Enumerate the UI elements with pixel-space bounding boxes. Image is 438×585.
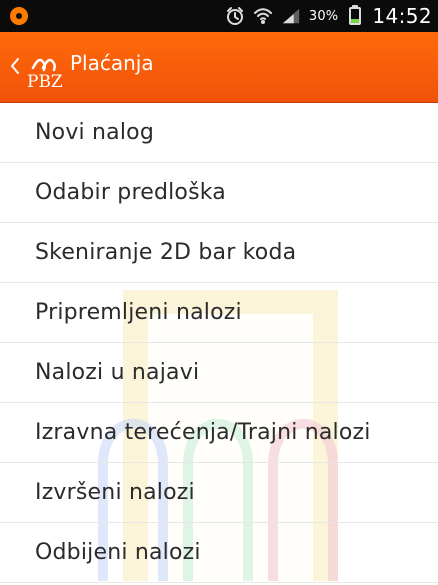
action-bar: PBZ Plaćanja — [0, 32, 438, 103]
menu-item-label: Novi nalog — [35, 120, 155, 145]
menu-item-label: Skeniranje 2D bar koda — [35, 240, 297, 265]
menu-item-label: Pripremljeni nalozi — [35, 300, 242, 325]
wifi-icon — [253, 6, 273, 26]
battery-shell — [349, 7, 362, 25]
battery-fill — [351, 18, 360, 23]
menu-item-izravna-terecenja-trajni-nalozi[interactable]: Izravna terećenja/Trajni nalozi — [0, 403, 438, 463]
pbz-logo[interactable]: PBZ — [25, 48, 69, 94]
menu-item-nalozi-u-najavi[interactable]: Nalozi u najavi — [0, 343, 438, 403]
menu-item-label: Nalozi u najavi — [35, 360, 200, 385]
status-icons: 30% 14:52 — [225, 0, 432, 32]
menu-item-pripremljeni-nalozi[interactable]: Pripremljeni nalozi — [0, 283, 438, 343]
alarm-icon — [225, 6, 245, 26]
menu-item-skeniranje-2d-bar-koda[interactable]: Skeniranje 2D bar koda — [0, 223, 438, 283]
menu-item-novi-nalog[interactable]: Novi nalog — [0, 103, 438, 163]
menu-item-label: Odabir predloška — [35, 180, 226, 205]
back-chevron-icon[interactable] — [8, 57, 22, 75]
menu-item-odbijeni-nalozi[interactable]: Odbijeni nalozi — [0, 523, 438, 583]
menu-item-izvrseni-nalozi[interactable]: Izvršeni nalozi — [0, 463, 438, 523]
logo-text: PBZ — [27, 72, 63, 92]
menu-item-label: Izravna terećenja/Trajni nalozi — [35, 420, 371, 445]
payments-menu: Novi nalog Odabir predloška Skeniranje 2… — [0, 103, 438, 583]
menu-item-label: Izvršeni nalozi — [35, 480, 195, 505]
status-bar: 30% 14:52 — [0, 0, 438, 32]
page-title: Plaćanja — [70, 51, 154, 75]
menu-item-odabir-predloska[interactable]: Odabir predloška — [0, 163, 438, 223]
menu-item-label: Odbijeni nalozi — [35, 540, 201, 565]
app-notification-icon — [10, 7, 28, 25]
battery-icon — [346, 5, 364, 27]
signal-icon — [281, 6, 301, 26]
status-time: 14:52 — [372, 4, 432, 28]
battery-percentage: 30% — [308, 8, 339, 24]
